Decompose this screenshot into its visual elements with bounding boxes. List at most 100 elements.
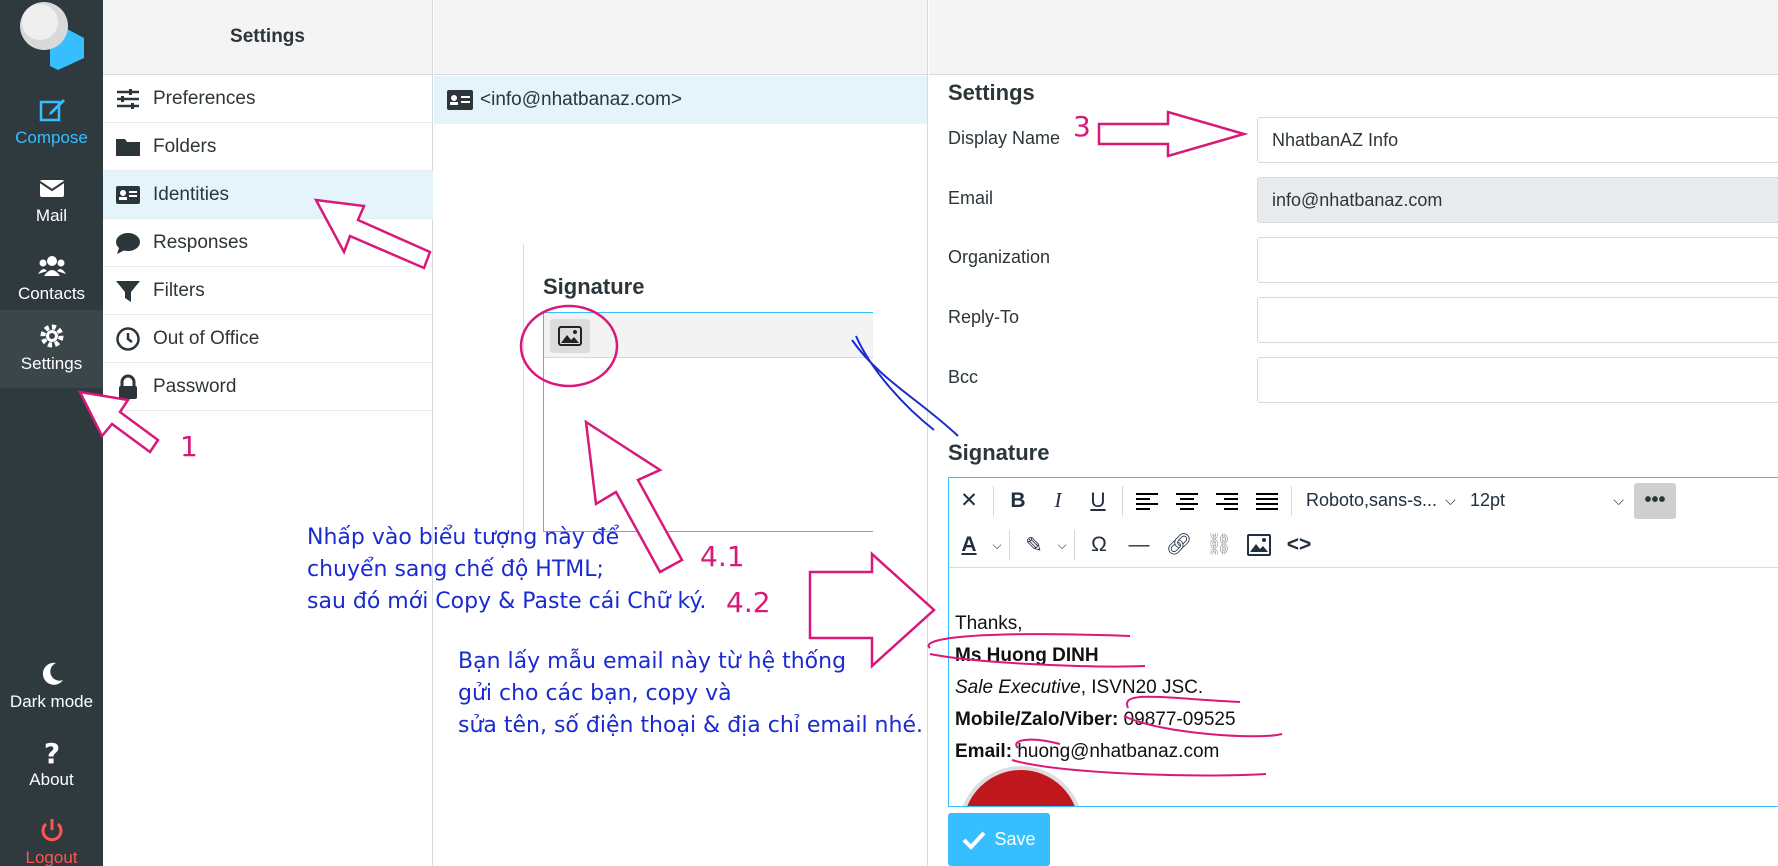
nav-item-preferences[interactable]: Preferences (103, 75, 433, 123)
more-button[interactable]: ••• (1634, 482, 1676, 519)
dark-mode-button[interactable]: Dark mode (0, 648, 103, 724)
save-label: Save (994, 829, 1036, 849)
inset-image-button[interactable] (550, 319, 590, 353)
display-name-field[interactable]: NhatbanAZ Info (1257, 117, 1778, 163)
close-icon: ✕ (960, 489, 978, 512)
highlight-button[interactable]: ✎ (1014, 528, 1054, 562)
chevron-down-icon: ⌵ (1057, 537, 1067, 552)
nav-item-password[interactable]: Password (103, 363, 433, 411)
clear-format-button[interactable]: ✕ (949, 484, 989, 518)
instruction-note-2: Bạn lấy mẫu email này từ hệ thống gửi ch… (458, 646, 923, 742)
reply-to-field[interactable] (1257, 297, 1778, 343)
sig-thanks: Thanks, (955, 613, 1023, 634)
nav-item-responses[interactable]: Responses (103, 219, 433, 267)
id-card-icon (447, 90, 473, 110)
save-button[interactable]: Save (948, 813, 1050, 866)
note2-line2: gửi cho các bạn, copy và (458, 681, 732, 706)
horizontal-rule-button[interactable]: — (1119, 528, 1159, 562)
identity-form: Settings Display Name NhatbanAZ Info Ema… (929, 0, 1778, 866)
editor-toolbar-row2: A ⌵ ✎ ⌵ Ω — 🔗︎ ⛓︎ <> (949, 523, 1778, 568)
inset-toolbar (544, 313, 873, 358)
about-button[interactable]: ? About (0, 726, 103, 802)
id-card-icon (116, 185, 140, 204)
note2-line3: sửa tên, số điện thoại & địa chỉ email n… (458, 713, 923, 738)
align-left-button[interactable] (1127, 484, 1167, 518)
settings-nav: Settings Preferences Folders Identities … (103, 0, 433, 866)
settings-nav-title: Settings (103, 0, 432, 75)
compose-button[interactable]: Compose (0, 84, 103, 160)
justify-icon (1256, 492, 1278, 510)
compose-icon (39, 99, 65, 122)
signature-logo-image (959, 766, 1083, 806)
note1-line3: sau đó mới Copy & Paste cái Chữ ký. (307, 589, 707, 614)
font-size-value: 12pt (1470, 490, 1506, 510)
dark-mode-label: Dark mode (9, 692, 94, 711)
highlight-dropdown[interactable]: ⌵ (1054, 528, 1070, 562)
text-color-button[interactable]: A (949, 528, 989, 562)
mail-icon (38, 180, 65, 197)
nav-item-out-of-office[interactable]: Out of Office (103, 315, 433, 363)
chevron-down-icon: ⌵ (992, 537, 1002, 552)
sig-phone: Mobile/Zalo/Viber: 09877-09525 (955, 704, 1236, 736)
moon-icon (42, 662, 63, 685)
special-char-button[interactable]: Ω (1079, 528, 1119, 562)
underline-button[interactable]: U (1078, 484, 1118, 518)
image-button[interactable] (1239, 528, 1279, 562)
sig-title: Sale Executive, ISVN20 JSC. (955, 672, 1236, 704)
italic-button[interactable]: I (1038, 484, 1078, 518)
mail-label: Mail (35, 206, 68, 225)
bold-button[interactable]: B (998, 484, 1038, 518)
contacts-button[interactable]: Contacts (0, 240, 103, 316)
nav-item-folders[interactable]: Folders (103, 123, 433, 171)
logout-button[interactable]: Logout (0, 804, 103, 866)
link-icon: 🔗︎ (1165, 533, 1193, 556)
reply-to-label: Reply-To (948, 307, 1020, 327)
nav-item-filters[interactable]: Filters (103, 267, 433, 315)
sig-title-rest: , ISVN20 JSC. (1080, 677, 1204, 698)
sig-email-label: Email: (955, 741, 1013, 762)
signature-zoom-inset: Signature (523, 244, 873, 532)
identities-header (434, 0, 927, 75)
signature-title: Signature (948, 440, 1050, 465)
settings-label: Settings (20, 354, 83, 373)
chevron-down-icon: ⌵ (1445, 492, 1456, 508)
bcc-field[interactable] (1257, 357, 1778, 403)
text-color-icon: A (961, 533, 977, 556)
align-left-icon (1136, 492, 1158, 510)
chevron-down-icon: ⌵ (1613, 492, 1624, 508)
font-size-select[interactable]: 12pt ⌵ (1464, 490, 1634, 511)
nav-label-preferences: Preferences (153, 87, 256, 109)
unlink-button[interactable]: ⛓︎ (1199, 528, 1239, 562)
step-1-label: 1 (180, 430, 198, 463)
mail-button[interactable]: Mail (0, 162, 103, 238)
sig-title-italic: Sale Executive (955, 677, 1081, 698)
identity-email: <info@nhatbanaz.com> (480, 89, 683, 110)
identity-row[interactable]: <info@nhatbanaz.com> (434, 76, 927, 124)
nav-label-out-of-office: Out of Office (153, 327, 260, 349)
link-button[interactable]: 🔗︎ (1159, 528, 1199, 562)
source-code-button[interactable]: <> (1279, 528, 1319, 562)
text-color-dropdown[interactable]: ⌵ (989, 528, 1005, 562)
organization-field[interactable] (1257, 237, 1778, 283)
sig-phone-value: 09877-09525 (1123, 709, 1236, 730)
folder-icon (116, 138, 140, 156)
font-family-select[interactable]: Roboto,sans-s... ⌵ (1296, 490, 1464, 511)
step-4-1-label: 4.1 (700, 540, 745, 573)
nav-item-identities[interactable]: Identities (103, 171, 433, 219)
justify-button[interactable] (1247, 484, 1287, 518)
toolbar-separator (1074, 530, 1075, 560)
organization-label: Organization (948, 247, 1051, 267)
sig-email: Email: huong@nhatbanaz.com (955, 736, 1236, 768)
settings-button[interactable]: Settings (0, 310, 103, 388)
question-icon: ? (43, 738, 59, 766)
note1-line1: Nhấp vào biểu tượng này để (307, 525, 620, 550)
bcc-label: Bcc (948, 367, 979, 387)
comment-icon (116, 232, 140, 254)
toolbar-separator (1009, 530, 1010, 560)
editor-content[interactable]: Thanks, Ms Huong DINH Sale Executive, IS… (955, 608, 1236, 768)
align-center-button[interactable] (1167, 484, 1207, 518)
align-right-button[interactable] (1207, 484, 1247, 518)
step-3-label: 3 (1073, 110, 1091, 143)
toolbar-separator (1122, 485, 1123, 516)
note1-line2: chuyển sang chế độ HTML; (307, 557, 604, 582)
